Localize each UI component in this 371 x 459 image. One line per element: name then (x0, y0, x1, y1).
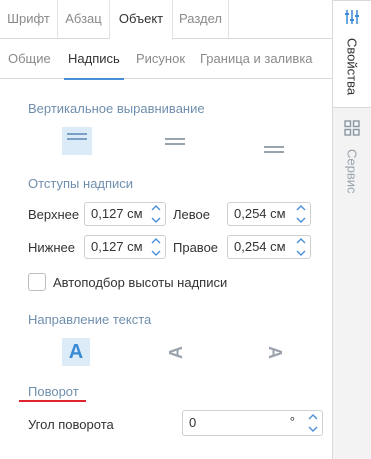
text-horizontal-icon: A (68, 340, 84, 363)
tab-font[interactable]: Шрифт (0, 0, 58, 39)
object-subtabs: Общие Надпись Рисунок Граница и заливка (0, 40, 333, 80)
spinner-arrows-icon[interactable] (308, 413, 318, 433)
sidebar-item-service[interactable]: Сервис (333, 116, 371, 216)
autofit-checkbox[interactable] (28, 273, 46, 291)
autofit-label: Автоподбор высоты надписи (53, 275, 228, 290)
spinner-arrows-icon[interactable] (151, 237, 161, 257)
margin-top-value: 0,127 см (91, 206, 143, 221)
text-direction-title: Направление текста (28, 312, 152, 327)
align-middle-icon (165, 137, 185, 145)
vertical-alignment-title: Вертикальное выравнивание (28, 101, 205, 116)
sliders-icon (344, 9, 360, 30)
rotation-angle-value: 0 (189, 415, 197, 430)
tab-section[interactable]: Раздел (173, 0, 229, 39)
align-top-icon (67, 132, 87, 140)
direction-rotate-up-button[interactable]: A (162, 338, 190, 366)
subtab-border-fill[interactable]: Граница и заливка (200, 40, 313, 79)
margin-left-spinner[interactable]: 0,254 см (227, 202, 311, 226)
right-sidebar: Свойства Сервис (333, 0, 371, 459)
direction-horizontal-button[interactable]: A (62, 338, 90, 366)
rotation-title: Поворот (28, 384, 79, 399)
spinner-arrows-icon[interactable] (151, 204, 161, 224)
tab-paragraph[interactable]: Абзац (58, 0, 110, 39)
sidebar-item-properties[interactable]: Свойства (333, 0, 371, 108)
subtab-textbox[interactable]: Надпись (64, 40, 124, 80)
direction-rotate-down-button[interactable]: A (260, 338, 288, 366)
subtab-picture[interactable]: Рисунок (136, 40, 185, 79)
properties-panel: Шрифт Абзац Объект Раздел Общие Надпись … (0, 0, 333, 459)
align-bottom-button[interactable] (259, 135, 289, 163)
subtab-general[interactable]: Общие (8, 40, 51, 79)
spinner-arrows-icon[interactable] (296, 237, 306, 257)
spinner-arrows-icon[interactable] (296, 204, 306, 224)
text-rotate-up-icon: A (165, 345, 186, 359)
margin-bottom-value: 0,127 см (91, 239, 143, 254)
margin-bottom-spinner[interactable]: 0,127 см (84, 235, 166, 259)
sidebar-service-label: Сервис (344, 149, 360, 194)
margin-right-value: 0,254 см (234, 239, 286, 254)
margin-right-spinner[interactable]: 0,254 см (227, 235, 311, 259)
rotation-title-underline (19, 400, 86, 402)
grid-icon (344, 120, 360, 141)
main-tabs: Шрифт Абзац Объект Раздел (0, 0, 333, 40)
margin-top-label: Верхнее (28, 207, 80, 222)
text-rotate-down-icon: A (264, 345, 285, 359)
sidebar-properties-label: Свойства (344, 38, 360, 96)
margins-title: Отступы надписи (28, 176, 134, 191)
margin-top-spinner[interactable]: 0,127 см (84, 202, 166, 226)
rotation-angle-spinner[interactable]: 0 ° (182, 410, 323, 436)
rotation-degree-unit: ° (289, 414, 295, 429)
align-middle-button[interactable] (160, 127, 190, 155)
margin-right-label: Правое (173, 240, 219, 255)
rotation-angle-label: Угол поворота (28, 417, 114, 432)
align-top-button[interactable] (62, 127, 92, 155)
tab-object[interactable]: Объект (110, 0, 173, 40)
margin-bottom-label: Нижнее (28, 240, 75, 255)
align-bottom-icon (264, 145, 284, 153)
margin-left-label: Левое (173, 207, 210, 222)
margin-left-value: 0,254 см (234, 206, 286, 221)
